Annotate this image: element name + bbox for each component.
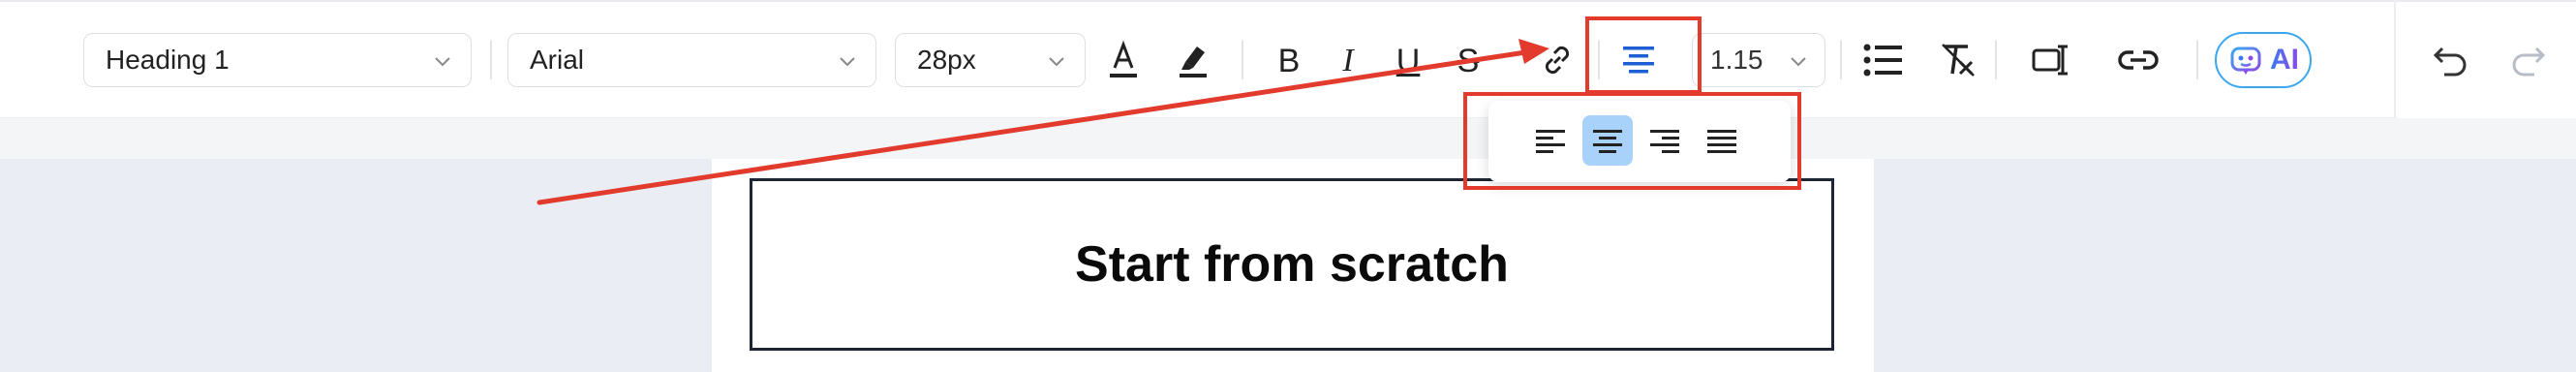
italic-button[interactable]: I bbox=[1329, 37, 1367, 85]
link-chain-icon bbox=[2118, 50, 2159, 70]
align-center-icon bbox=[1623, 46, 1654, 74]
line-height-value: 1.15 bbox=[1710, 45, 1763, 75]
toolbar-top-border bbox=[0, 0, 2576, 2]
undo-icon bbox=[2433, 46, 2467, 77]
clear-format-button[interactable] bbox=[1931, 31, 1985, 89]
insert-link-block-button[interactable] bbox=[2111, 31, 2165, 89]
font-size-value: 28px bbox=[917, 45, 976, 75]
chevron-down-icon bbox=[1791, 57, 1806, 67]
toolbar-separator bbox=[490, 41, 492, 79]
redo-icon bbox=[2512, 46, 2546, 77]
editor-toolbar: Heading 1 Arial 28px B I U S 1.15 AI bbox=[0, 0, 2576, 118]
toolbar-history-divider bbox=[2394, 0, 2396, 118]
align-options-popup bbox=[1488, 101, 1791, 182]
align-left-option[interactable] bbox=[1525, 115, 1576, 166]
font-color-button[interactable] bbox=[1096, 31, 1150, 89]
text-align-button[interactable] bbox=[1611, 31, 1666, 89]
line-height-select[interactable]: 1.15 bbox=[1692, 33, 1825, 87]
align-center-option[interactable] bbox=[1582, 115, 1633, 166]
highlight-color-button[interactable] bbox=[1166, 31, 1220, 89]
insert-text-field-button[interactable] bbox=[2024, 31, 2078, 89]
clear-format-icon bbox=[1942, 44, 1975, 77]
chevron-down-icon bbox=[435, 57, 450, 67]
link-icon bbox=[1545, 46, 1570, 75]
bullet-list-button[interactable] bbox=[1855, 31, 1910, 89]
chevron-down-icon bbox=[1049, 57, 1064, 67]
editor-strip-shade bbox=[0, 118, 2576, 159]
insert-link-button[interactable] bbox=[1530, 31, 1584, 89]
underline-button[interactable]: U bbox=[1389, 37, 1427, 85]
toolbar-separator bbox=[1598, 41, 1600, 79]
align-center-icon bbox=[1593, 130, 1622, 153]
bold-button[interactable]: B bbox=[1270, 37, 1308, 85]
document-heading[interactable]: Start from scratch bbox=[1075, 235, 1509, 294]
strikethrough-button[interactable]: S bbox=[1449, 37, 1487, 85]
document-heading-block[interactable]: Start from scratch bbox=[750, 178, 1834, 351]
font-size-select[interactable]: 28px bbox=[895, 33, 1086, 87]
font-family-select[interactable]: Arial bbox=[507, 33, 876, 87]
undo-button[interactable] bbox=[2424, 31, 2478, 89]
highlighter-icon bbox=[1180, 46, 1207, 78]
ai-button-label: AI bbox=[2270, 44, 2299, 76]
font-family-value: Arial bbox=[530, 45, 585, 75]
paragraph-style-value: Heading 1 bbox=[106, 45, 230, 75]
ai-assistant-button[interactable]: AI bbox=[2215, 32, 2312, 88]
text-field-icon bbox=[2032, 45, 2068, 76]
paragraph-style-select[interactable]: Heading 1 bbox=[83, 33, 472, 87]
toolbar-separator bbox=[1242, 41, 1243, 79]
font-color-icon bbox=[1110, 40, 1137, 78]
editor-top-strip bbox=[0, 118, 2576, 159]
align-justify-option[interactable] bbox=[1697, 115, 1747, 166]
align-justify-icon bbox=[1707, 130, 1736, 153]
align-right-icon bbox=[1650, 130, 1679, 153]
bullet-list-icon bbox=[1863, 44, 1902, 77]
ai-bot-icon bbox=[2230, 46, 2261, 75]
toolbar-separator bbox=[2196, 41, 2198, 79]
redo-button[interactable] bbox=[2500, 31, 2555, 89]
align-right-option[interactable] bbox=[1640, 115, 1690, 166]
toolbar-separator bbox=[1995, 41, 1997, 79]
align-left-icon bbox=[1536, 130, 1565, 153]
chevron-down-icon bbox=[840, 57, 855, 67]
toolbar-separator bbox=[1840, 41, 1842, 79]
